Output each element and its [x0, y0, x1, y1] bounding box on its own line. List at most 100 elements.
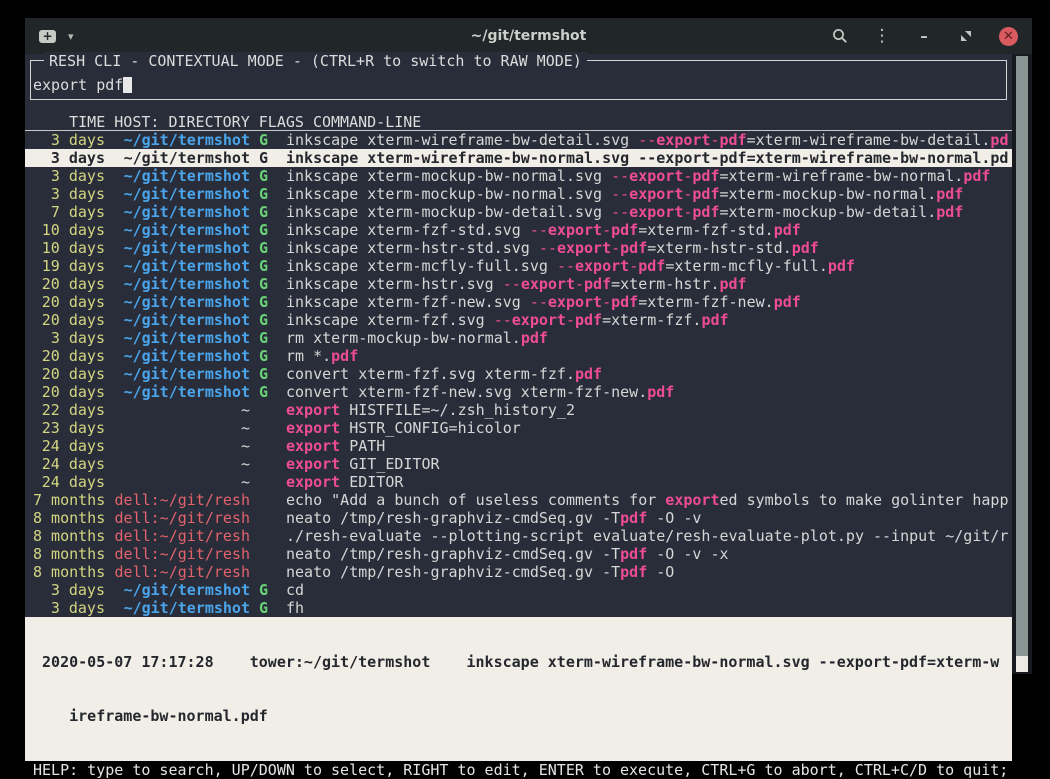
kebab-menu-icon[interactable]: ⋮	[873, 27, 891, 45]
command-text: PATH	[340, 437, 385, 455]
history-row[interactable]: 8 monthsdell:~/git/reshneato /tmp/resh-g…	[25, 563, 1012, 581]
command-match-text: --	[611, 185, 629, 203]
command-match-text: pdf	[575, 365, 602, 383]
row-flags	[259, 473, 268, 491]
row-command: export PATH	[286, 437, 385, 455]
row-host-directory: ~/git/termshot	[114, 347, 250, 365]
history-row[interactable]: 20 days~/git/termshotGconvert xterm-fzf-…	[25, 383, 1012, 401]
status-line-1: 2020-05-07 17:17:28 tower:~/git/termshot…	[33, 653, 1012, 671]
command-match-text: -	[575, 275, 584, 293]
history-row[interactable]: 20 days~/git/termshotGinkscape xterm-hst…	[25, 275, 1012, 293]
command-text: =xterm-wireframe-bw-detail.	[747, 131, 991, 149]
history-row[interactable]: 3 days~/git/termshotGcd	[25, 581, 1012, 599]
row-command: export HSTR_CONFIG=hicolor	[286, 419, 521, 437]
row-time: 3 days	[33, 131, 105, 149]
row-command: fh	[286, 599, 304, 617]
command-match-text: pdf	[936, 185, 963, 203]
history-row[interactable]: 22 days~export HISTFILE=~/.zsh_history_2	[25, 401, 1012, 419]
history-row[interactable]: 7 monthsdell:~/git/reshecho "Add a bunch…	[25, 491, 1012, 509]
row-time: 19 days	[33, 257, 105, 275]
row-host-directory: ~/git/termshot	[114, 203, 250, 221]
command-text: =xterm-mcfly-full.	[665, 257, 828, 275]
restore-icon[interactable]	[957, 27, 975, 45]
command-match-text: export	[286, 455, 340, 473]
history-row[interactable]: 24 days~export EDITOR	[25, 473, 1012, 491]
titlebar-left-controls: + ▾	[39, 30, 74, 43]
history-row[interactable]: 8 monthsdell:~/git/resh./resh-evaluate -…	[25, 527, 1012, 545]
command-match-text: pdf	[701, 311, 728, 329]
command-text: =xterm-mockup-bw-normal.	[719, 185, 936, 203]
chevron-down-icon[interactable]: ▾	[68, 30, 74, 43]
history-row[interactable]: 10 days~/git/termshotGinkscape xterm-hst…	[25, 239, 1012, 257]
new-tab-icon[interactable]: +	[39, 30, 56, 43]
command-text: HSTR_CONFIG=hicolor	[340, 419, 521, 437]
history-row[interactable]: 20 days~/git/termshotGinkscape xterm-fzf…	[25, 311, 1012, 329]
command-match-text: pdf	[584, 275, 611, 293]
close-icon[interactable]: ✕	[999, 27, 1018, 46]
command-text: cd	[286, 581, 304, 599]
command-match-text: export	[629, 167, 683, 185]
row-time: 8 months	[33, 545, 105, 563]
row-flags: G	[259, 599, 268, 617]
row-flags	[259, 437, 268, 455]
scrollbar-thumb[interactable]	[1016, 56, 1028, 672]
history-row[interactable]: 24 days~export GIT_EDITOR	[25, 455, 1012, 473]
command-match-text: pdf	[620, 239, 647, 257]
history-row[interactable]: 20 days~/git/termshotGrm *.pdf	[25, 347, 1012, 365]
history-row[interactable]: 8 monthsdell:~/git/reshneato /tmp/resh-g…	[25, 509, 1012, 527]
minimize-icon[interactable]: –	[915, 27, 933, 45]
search-input[interactable]: export pdf	[33, 76, 132, 94]
row-time: 10 days	[33, 221, 105, 239]
history-row[interactable]: 3 days~/git/termshotGinkscape xterm-mock…	[25, 167, 1012, 185]
row-flags: G	[259, 329, 268, 347]
command-match-text: pdf	[611, 293, 638, 311]
history-row[interactable]: 23 days~export HSTR_CONFIG=hicolor	[25, 419, 1012, 437]
row-command: neato /tmp/resh-graphviz-cmdSeq.gv -Tpdf…	[286, 563, 674, 581]
history-row[interactable]: 24 days~export PATH	[25, 437, 1012, 455]
row-command: convert xterm-fzf-new.svg xterm-fzf-new.…	[286, 383, 674, 401]
scrollbar[interactable]	[1012, 54, 1032, 674]
history-row[interactable]: 20 days~/git/termshotGconvert xterm-fzf.…	[25, 365, 1012, 383]
history-row[interactable]: 20 days~/git/termshotGinkscape xterm-fzf…	[25, 293, 1012, 311]
help-line: HELP: type to search, UP/DOWN to select,…	[25, 761, 1012, 779]
history-row[interactable]: 3 days~/git/termshotGinkscape xterm-wire…	[25, 131, 1012, 149]
history-row[interactable]: 3 days~/git/termshotGinkscape xterm-mock…	[25, 185, 1012, 203]
command-text: =xterm-hstr.	[611, 275, 719, 293]
row-host-directory: dell:~/git/resh	[114, 545, 250, 563]
text-cursor	[123, 77, 132, 93]
command-text: inkscape xterm-hstr-std.svg	[286, 239, 539, 257]
command-text: rm xterm-mockup-bw-normal.	[286, 329, 521, 347]
history-row[interactable]: 10 days~/git/termshotGinkscape xterm-fzf…	[25, 221, 1012, 239]
row-flags: G	[259, 131, 268, 149]
row-flags	[259, 509, 268, 527]
row-time: 24 days	[33, 437, 105, 455]
row-command: inkscape xterm-mockup-bw-normal.svg --ex…	[286, 185, 963, 203]
row-command: rm xterm-mockup-bw-normal.pdf	[286, 329, 548, 347]
row-command: inkscape xterm-hstr-std.svg --export-pdf…	[286, 239, 819, 257]
row-flags	[259, 491, 268, 509]
history-row[interactable]: 8 monthsdell:~/git/reshneato /tmp/resh-g…	[25, 545, 1012, 563]
command-text: inkscape xterm-fzf-new.svg	[286, 293, 530, 311]
row-time: 24 days	[33, 455, 105, 473]
row-command: rm *.pdf	[286, 347, 358, 365]
command-match-text: export	[656, 131, 710, 149]
history-row[interactable]: 3 days~/git/termshotGrm xterm-mockup-bw-…	[25, 329, 1012, 347]
command-match-text: export	[286, 437, 340, 455]
row-command: inkscape xterm-mcfly-full.svg --export-p…	[286, 257, 855, 275]
row-command: inkscape xterm-fzf.svg --export-pdf=xter…	[286, 311, 729, 329]
command-match-text: pdf	[692, 203, 719, 221]
command-match-text: pdf	[963, 167, 990, 185]
history-row[interactable]: 3 days~/git/termshotGfh	[25, 599, 1012, 617]
row-command: inkscape xterm-wireframe-bw-normal.svg -…	[286, 149, 1008, 167]
row-time: 3 days	[33, 581, 105, 599]
row-flags: G	[259, 167, 268, 185]
command-match-text: --	[638, 131, 656, 149]
history-row[interactable]: 3 days~/git/termshotGinkscape xterm-wire…	[25, 149, 1012, 167]
history-row[interactable]: 7 days~/git/termshotGinkscape xterm-mock…	[25, 203, 1012, 221]
row-time: 20 days	[33, 275, 105, 293]
search-icon[interactable]	[831, 27, 849, 45]
search-box: RESH CLI - CONTEXTUAL MODE - (CTRL+R to …	[30, 60, 1007, 100]
history-row[interactable]: 19 days~/git/termshotGinkscape xterm-mcf…	[25, 257, 1012, 275]
row-flags	[259, 401, 268, 419]
row-host-directory: ~	[114, 455, 250, 473]
